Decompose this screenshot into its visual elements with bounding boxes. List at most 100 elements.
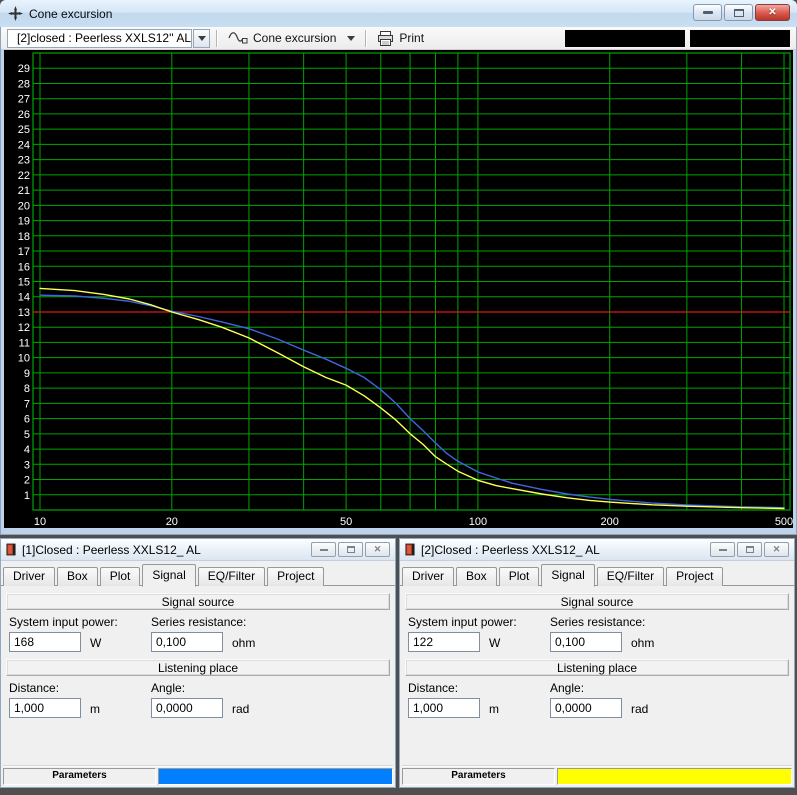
status-separator	[3, 765, 393, 767]
x-axis-label: 10	[34, 516, 46, 528]
distance-input[interactable]	[408, 698, 480, 718]
system1-window: [1]Closed : Peerless XXLS12_ AL Driver B…	[0, 538, 396, 788]
system-select-combo[interactable]: [2]closed : Peerless XXLS12'' AL	[7, 29, 192, 48]
y-axis-label: 16	[18, 261, 30, 273]
power-input[interactable]	[408, 632, 480, 652]
plot-area: 1234567891011121314151617181920212223242…	[4, 50, 793, 528]
restore-button[interactable]	[737, 542, 762, 557]
y-axis-label: 10	[18, 353, 30, 365]
parameters-status[interactable]: Parameters	[402, 768, 555, 785]
tab-signal[interactable]: Signal	[541, 564, 594, 587]
maximize-button[interactable]	[724, 4, 753, 21]
x-axis-label: 200	[601, 516, 619, 528]
minimize-icon	[320, 549, 328, 551]
y-axis-label: 21	[18, 185, 30, 197]
status-separator	[402, 765, 792, 767]
restore-icon	[347, 546, 355, 553]
project-door-icon	[405, 543, 415, 556]
y-axis-label: 9	[24, 368, 30, 380]
y-axis-label: 28	[18, 78, 30, 90]
excursion-curve-system2	[40, 288, 784, 508]
y-axis-label: 11	[19, 337, 30, 349]
titlebar[interactable]: [1]Closed : Peerless XXLS12_ AL	[1, 539, 395, 561]
parameters-status[interactable]: Parameters	[3, 768, 156, 785]
project-door-icon	[6, 543, 16, 556]
minimize-button[interactable]	[693, 4, 722, 21]
titlebar[interactable]: Cone excursion	[0, 0, 797, 27]
resistance-input[interactable]	[151, 632, 223, 652]
waveform-icon	[228, 32, 248, 44]
resistance-input[interactable]	[550, 632, 622, 652]
close-button[interactable]	[365, 542, 390, 557]
x-axis-label: 500	[775, 516, 793, 528]
distance-label: Distance:	[408, 681, 550, 695]
y-axis-label: 6	[24, 414, 30, 426]
tab-driver[interactable]: Driver	[402, 567, 454, 586]
excursion-chart: 1234567891011121314151617181920212223242…	[4, 50, 793, 528]
print-button[interactable]: Print	[373, 28, 428, 48]
minimize-button[interactable]	[710, 542, 735, 557]
toolbar-separator	[216, 30, 218, 47]
tab-signal[interactable]: Signal	[142, 564, 195, 587]
tab-box[interactable]: Box	[57, 567, 98, 586]
y-axis-label: 5	[24, 429, 30, 441]
listening-place-header: Listening place	[6, 659, 390, 676]
y-axis-label: 7	[24, 398, 30, 410]
distance-unit: m	[489, 702, 499, 718]
restore-button[interactable]	[338, 542, 363, 557]
cone-excursion-icon	[8, 6, 23, 21]
signal-source-header: Signal source	[405, 593, 789, 610]
y-axis-label: 25	[18, 124, 30, 136]
graph-type-combo[interactable]: Cone excursion	[224, 28, 359, 48]
distance-input[interactable]	[9, 698, 81, 718]
titlebar[interactable]: [2]Closed : Peerless XXLS12_ AL	[400, 539, 794, 561]
printer-icon	[377, 31, 394, 46]
restore-icon	[746, 546, 754, 553]
y-axis-label: 12	[18, 322, 30, 334]
tab-eq-filter[interactable]: EQ/Filter	[198, 567, 265, 586]
system-color-bar	[158, 768, 393, 785]
signal-source-header: Signal source	[6, 593, 390, 610]
tab-eq-filter[interactable]: EQ/Filter	[597, 567, 664, 586]
y-axis-label: 15	[18, 277, 30, 289]
power-unit: W	[90, 636, 101, 652]
tab-project[interactable]: Project	[666, 567, 723, 586]
listening-place-header: Listening place	[405, 659, 789, 676]
y-axis-label: 17	[18, 246, 30, 258]
power-label: System input power:	[408, 615, 550, 629]
resistance-unit: ohm	[631, 636, 654, 652]
toolbar-display-panel-1	[564, 29, 686, 48]
angle-unit: rad	[232, 702, 249, 718]
close-button[interactable]	[755, 4, 790, 21]
angle-label: Angle:	[550, 681, 750, 695]
tab-plot[interactable]: Plot	[100, 567, 141, 586]
tab-box[interactable]: Box	[456, 567, 497, 586]
chevron-down-icon	[347, 36, 355, 41]
power-unit: W	[489, 636, 500, 652]
resistance-label: Series resistance:	[550, 615, 750, 629]
y-axis-label: 3	[24, 459, 30, 471]
print-label: Print	[399, 31, 424, 45]
angle-input[interactable]	[151, 698, 223, 718]
minimize-icon	[719, 549, 727, 551]
system-select-dropdown-button[interactable]	[193, 29, 210, 48]
window-title: [1]Closed : Peerless XXLS12_ AL	[22, 543, 201, 557]
x-axis-label: 100	[469, 516, 487, 528]
system2-window: [2]Closed : Peerless XXLS12_ AL Driver B…	[399, 538, 795, 788]
x-axis-label: 50	[340, 516, 352, 528]
graph-type-value: Cone excursion	[253, 31, 336, 45]
tab-driver[interactable]: Driver	[3, 567, 55, 586]
toolbar-separator	[365, 30, 367, 47]
angle-input[interactable]	[550, 698, 622, 718]
tab-project[interactable]: Project	[267, 567, 324, 586]
y-axis-label: 29	[18, 63, 30, 75]
angle-label: Angle:	[151, 681, 351, 695]
resistance-unit: ohm	[232, 636, 255, 652]
distance-unit: m	[90, 702, 100, 718]
tab-plot[interactable]: Plot	[499, 567, 540, 586]
angle-unit: rad	[631, 702, 648, 718]
window-title: Cone excursion	[29, 7, 112, 21]
power-input[interactable]	[9, 632, 81, 652]
minimize-button[interactable]	[311, 542, 336, 557]
close-button[interactable]	[764, 542, 789, 557]
